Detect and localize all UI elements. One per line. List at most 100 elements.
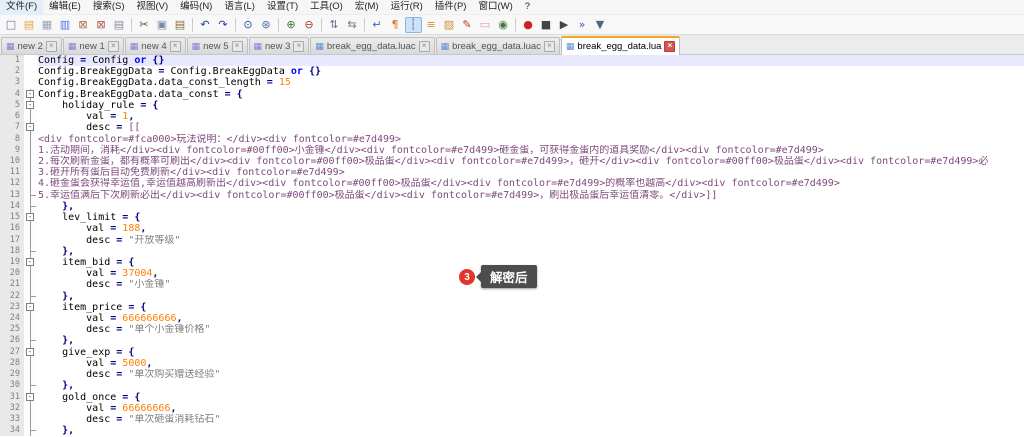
open-folder-icon[interactable]: ▤	[21, 17, 38, 33]
save-all-icon[interactable]: ▥	[57, 17, 74, 33]
fold-collapse-icon[interactable]: -	[24, 347, 38, 358]
code-line[interactable]: 29 desc = "单次购买赠送经验"	[0, 369, 1024, 380]
code-line[interactable]: 32 val = 66666666,	[0, 403, 1024, 414]
redo-icon[interactable]: ↷	[215, 17, 232, 33]
cut-icon[interactable]: ✂	[136, 17, 153, 33]
run-macro-multiple-icon[interactable]: »	[574, 17, 591, 33]
tab-new-3[interactable]: ▦new 3×	[249, 37, 310, 54]
play-macro-icon[interactable]: ▶	[556, 17, 573, 33]
code-line[interactable]: 124.砸金蛋会获得幸运值,幸运值越高刷新出</div><div fontcol…	[0, 178, 1024, 189]
replace-icon[interactable]: ⊛	[258, 17, 275, 33]
menu-item-search[interactable]: 搜索(S)	[87, 0, 131, 14]
code-line[interactable]: 28 val = 5000,	[0, 358, 1024, 369]
menu-item-window[interactable]: 窗口(W)	[472, 0, 518, 14]
code-line[interactable]: 26 },	[0, 335, 1024, 346]
code-line[interactable]: 22 },	[0, 291, 1024, 302]
tab-close-icon[interactable]: ×	[108, 41, 119, 52]
fold-collapse-icon[interactable]: -	[24, 257, 38, 268]
tab-close-icon[interactable]: ×	[170, 41, 181, 52]
tab-new-5[interactable]: ▦new 5×	[187, 37, 248, 54]
tab-close-icon[interactable]: ×	[46, 41, 57, 52]
fold-collapse-icon[interactable]: -	[24, 100, 38, 111]
save-macro-icon[interactable]: ▼	[592, 17, 609, 33]
code-line[interactable]: 23- item_price = {	[0, 302, 1024, 313]
code-line[interactable]: 24 val = 666666666,	[0, 313, 1024, 324]
tab-close-icon[interactable]: ×	[232, 41, 243, 52]
tab-new-4[interactable]: ▦new 4×	[125, 37, 186, 54]
undo-icon[interactable]: ↶	[197, 17, 214, 33]
code-line[interactable]: 14 },	[0, 201, 1024, 212]
code-line[interactable]: 27- give_exp = {	[0, 347, 1024, 358]
show-all-characters-icon[interactable]: ¶	[387, 17, 404, 33]
tab-break-egg-data-luac[interactable]: ▦break_egg_data.luac×	[310, 37, 434, 54]
save-icon[interactable]: ▦	[39, 17, 56, 33]
word-wrap-icon[interactable]: ↵	[369, 17, 386, 33]
find-icon[interactable]: ⊙	[240, 17, 257, 33]
code-line[interactable]: 102.每次刷新金蛋，都有概率可刷出</div><div fontcolor=#…	[0, 156, 1024, 167]
code-line[interactable]: 6 val = 1,	[0, 111, 1024, 122]
code-line[interactable]: 18 },	[0, 246, 1024, 257]
code-line[interactable]: 16 val = 188,	[0, 223, 1024, 234]
editor[interactable]: 1Config = Config or {}2Config.BreakEggDa…	[0, 55, 1024, 437]
code-line[interactable]: 33 desc = "单次砸蛋消耗钻石"	[0, 414, 1024, 425]
code-line[interactable]: 30 },	[0, 380, 1024, 391]
menu-item-plugins[interactable]: 插件(P)	[429, 0, 473, 14]
record-macro-icon[interactable]: ●	[520, 17, 537, 33]
zoom-in-icon[interactable]: ⊕	[283, 17, 300, 33]
monitoring-eye-icon[interactable]: ◉	[495, 17, 512, 33]
close-all-icon[interactable]: ⊠	[93, 17, 110, 33]
document-map-icon[interactable]: ▧	[441, 17, 458, 33]
code-line[interactable]: 31- gold_once = {	[0, 392, 1024, 403]
menu-item-language[interactable]: 语言(L)	[218, 0, 261, 14]
new-file-icon[interactable]: □	[3, 17, 20, 33]
tab-new-1[interactable]: ▦new 1×	[63, 37, 124, 54]
code-line[interactable]: 3Config.BreakEggData.data_const_length =…	[0, 77, 1024, 88]
code-line[interactable]: 8<div fontcolor=#fca000>玩法说明：</div><div …	[0, 134, 1024, 145]
tab-close-icon[interactable]: ×	[664, 41, 675, 52]
stop-macro-icon[interactable]: ■	[538, 17, 555, 33]
code-line[interactable]: 25 desc = "单个小金锤价格"	[0, 324, 1024, 335]
paste-icon[interactable]: ▤	[172, 17, 189, 33]
menu-item-macro[interactable]: 宏(M)	[349, 0, 385, 14]
fold-collapse-icon[interactable]: -	[24, 392, 38, 403]
fold-collapse-icon[interactable]: -	[24, 302, 38, 313]
code-line[interactable]: 2Config.BreakEggData = Config.BreakEggDa…	[0, 66, 1024, 77]
code-line[interactable]: 113.砸开所有蛋后自动免费刷新</div><div fontcolor=#e7…	[0, 167, 1024, 178]
menu-item-encoding[interactable]: 编码(N)	[174, 0, 218, 14]
fold-collapse-icon[interactable]: -	[24, 212, 38, 223]
tab-new-2[interactable]: ▦new 2×	[1, 37, 62, 54]
menu-item-run[interactable]: 运行(R)	[385, 0, 429, 14]
tab-close-icon[interactable]: ×	[544, 41, 555, 52]
sync-horizontal-scroll-icon[interactable]: ⇆	[344, 17, 361, 33]
copy-icon[interactable]: ▣	[154, 17, 171, 33]
menu-item-help[interactable]: ?	[519, 0, 536, 14]
tab-close-icon[interactable]: ×	[293, 41, 304, 52]
code-line[interactable]: 34 },	[0, 425, 1024, 436]
code-line[interactable]: 5- holiday_rule = {	[0, 100, 1024, 111]
code-line[interactable]: 4-Config.BreakEggData.data_const = {	[0, 89, 1024, 100]
code-line[interactable]: 135.幸运值满后下次刷新必出</div><div fontcolor=#00f…	[0, 190, 1024, 201]
code-line[interactable]: 15- lev_limit = {	[0, 212, 1024, 223]
menu-item-file[interactable]: 文件(F)	[0, 0, 43, 14]
code-line[interactable]: 1Config = Config or {}	[0, 55, 1024, 66]
tab-break-egg-data-luac[interactable]: ▦break_egg_data.luac×	[436, 37, 560, 54]
menu-item-tools[interactable]: 工具(O)	[304, 0, 349, 14]
fold-collapse-icon[interactable]: -	[24, 89, 38, 100]
zoom-out-icon[interactable]: ⊖	[301, 17, 318, 33]
print-icon[interactable]: ▤	[111, 17, 128, 33]
sync-vertical-scroll-icon[interactable]: ⇅	[326, 17, 343, 33]
close-icon[interactable]: ⊠	[75, 17, 92, 33]
folder-as-workspace-icon[interactable]: ▭	[477, 17, 494, 33]
menu-item-settings[interactable]: 设置(T)	[261, 0, 304, 14]
code-line[interactable]: 91.活动期间，消耗</div><div fontcolor=#00ff00>小…	[0, 145, 1024, 156]
function-list-icon[interactable]: ≡	[423, 17, 440, 33]
tab-close-icon[interactable]: ×	[419, 41, 430, 52]
edit-pen-icon[interactable]: ✎	[459, 17, 476, 33]
tab-break-egg-data-lua[interactable]: ▦break_egg_data.lua×	[561, 36, 681, 55]
fold-collapse-icon[interactable]: -	[24, 122, 38, 133]
code-line[interactable]: 7- desc = [[	[0, 122, 1024, 133]
indent-guide-icon[interactable]: ┆	[405, 17, 422, 33]
code-line[interactable]: 17 desc = "开放等级"	[0, 235, 1024, 246]
menu-item-view[interactable]: 视图(V)	[130, 0, 174, 14]
menu-item-edit[interactable]: 编辑(E)	[43, 0, 87, 14]
